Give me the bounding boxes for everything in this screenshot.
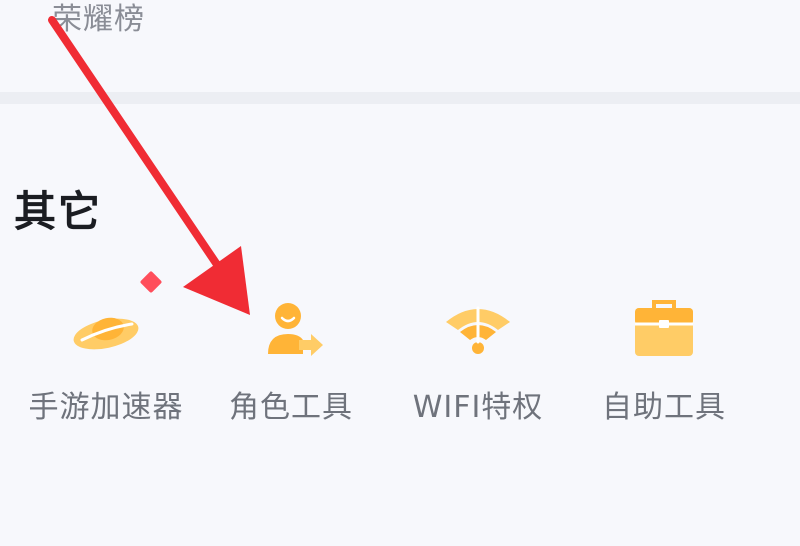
character-tool-icon bbox=[255, 298, 327, 360]
tool-game-accelerator[interactable]: 手游加速器 bbox=[11, 298, 201, 428]
self-service-toolbox-icon bbox=[628, 298, 700, 360]
notification-dot-badge bbox=[139, 270, 163, 294]
leaderboard-label[interactable]: 荣耀榜 bbox=[52, 0, 145, 38]
tool-self-service[interactable]: 自助工具 bbox=[569, 298, 759, 428]
tool-label: WIFI特权 bbox=[412, 390, 544, 425]
tool-label: 自助工具 bbox=[602, 390, 726, 425]
tool-label: 手游加速器 bbox=[28, 390, 184, 425]
tool-label: 角色工具 bbox=[229, 390, 353, 425]
tool-wifi-privilege[interactable]: WIFI特权 bbox=[383, 298, 573, 428]
section-title: 其它 bbox=[14, 187, 103, 236]
tool-character[interactable]: 角色工具 bbox=[196, 298, 386, 428]
other-section: 其它 手游加速器 角色工具 WIFI特权 自助工具 bbox=[0, 104, 800, 546]
section-divider bbox=[0, 92, 800, 104]
top-section: 荣耀榜 bbox=[0, 0, 800, 92]
game-accelerator-icon bbox=[70, 298, 142, 360]
wifi-privilege-icon bbox=[442, 298, 514, 360]
